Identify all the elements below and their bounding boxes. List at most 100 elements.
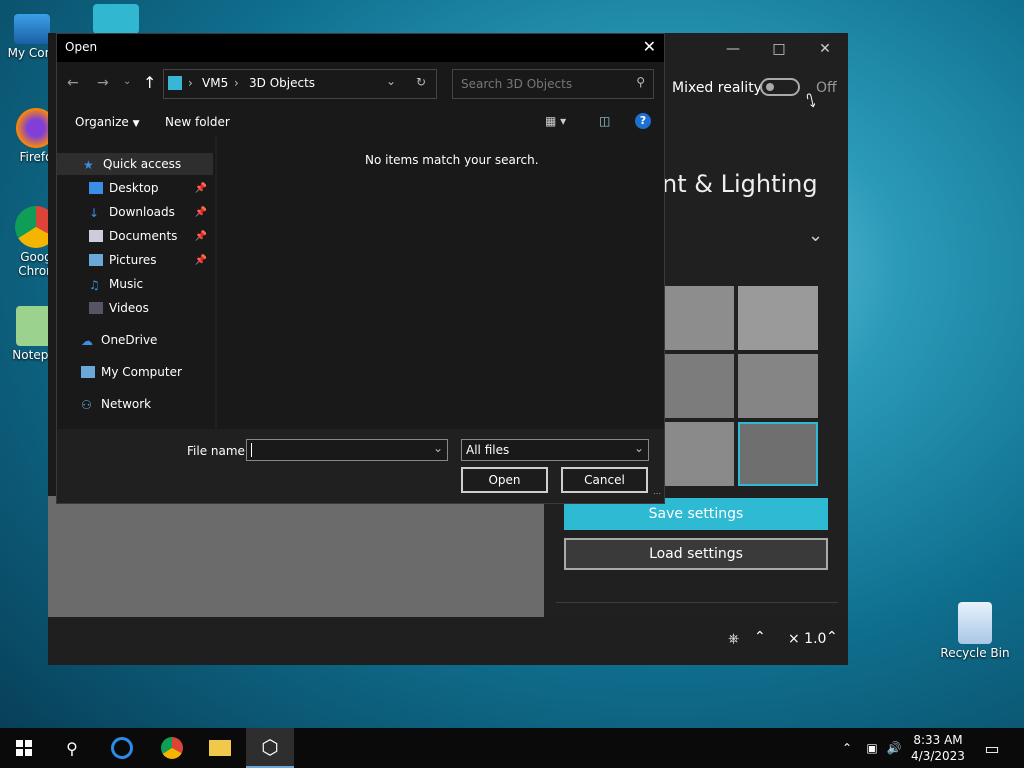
3d-view-icon[interactable]: ⎈ <box>728 631 739 647</box>
search-input[interactable]: Search 3D Objects <box>461 77 572 91</box>
nav-label: Pictures <box>109 253 157 267</box>
show-hidden-icons-chevron-icon[interactable]: ⌃ <box>838 728 856 768</box>
refresh-icon[interactable]: ↻ <box>416 75 426 89</box>
notepad-icon <box>16 306 52 346</box>
nav-label: Music <box>109 277 144 291</box>
address-bar[interactable]: › VM5 › 3D Objects ⌄ ↻ <box>163 69 437 99</box>
dialog-title: Open <box>65 40 98 54</box>
toggle-state: Off <box>816 80 837 96</box>
maximize-icon[interactable]: □ <box>756 33 802 65</box>
open-button[interactable]: Open <box>461 467 548 493</box>
file-type-value: All files <box>466 443 510 457</box>
close-icon[interactable]: ✕ <box>643 37 656 56</box>
nav-downloads[interactable]: ↓ Downloads 📌 <box>57 201 213 223</box>
new-folder-button[interactable]: New folder <box>165 115 230 129</box>
forward-arrow-icon[interactable]: → <box>97 75 109 91</box>
3d-viewer-icon <box>93 4 139 34</box>
nav-music[interactable]: ♫ Music <box>57 273 213 295</box>
file-name-input[interactable]: ⌄ <box>246 439 448 461</box>
back-arrow-icon[interactable]: ← <box>67 75 79 91</box>
preview-pane-icon[interactable]: ◫ <box>599 114 610 128</box>
breadcrumb-3d-objects[interactable]: 3D Objects <box>249 76 315 90</box>
nav-network[interactable]: ⚇ Network <box>57 393 213 415</box>
nav-onedrive[interactable]: ☁ OneDrive <box>57 329 213 351</box>
search-box[interactable]: Search 3D Objects ⚲ <box>452 69 654 99</box>
command-bar: Organize ▼ New folder ▦ ▾ ◫ ? <box>57 106 664 136</box>
pin-icon: 📌 <box>194 230 207 242</box>
clock[interactable]: 8:33 AM 4/3/2023 <box>906 728 970 768</box>
desktop-icon-3d-viewer[interactable] <box>84 4 148 36</box>
open-dialog: Open ✕ ← → ⌄ ↑ › VM5 › 3D Objects ⌄ ↻ Se… <box>56 33 665 504</box>
pin-icon: 📌 <box>194 206 207 218</box>
cursor-icon: ⭛ <box>806 91 816 112</box>
videos-icon <box>89 302 103 314</box>
chrome-taskbar-button[interactable] <box>148 728 196 768</box>
pictures-icon <box>89 254 103 266</box>
folder-icon <box>209 740 231 756</box>
document-icon <box>89 230 103 242</box>
address-dropdown-icon[interactable]: ⌄ <box>386 74 396 88</box>
nav-label: Documents <box>109 229 178 243</box>
cortana-button[interactable] <box>98 728 146 768</box>
load-settings-button[interactable]: Load settings <box>564 538 828 570</box>
notifications-icon[interactable]: ▭ <box>976 728 1008 768</box>
file-type-select[interactable]: All files ⌄ <box>461 439 649 461</box>
chevron-up-icon[interactable]: ⌃ <box>754 629 766 645</box>
download-icon: ↓ <box>89 206 100 220</box>
minimize-icon[interactable]: — <box>710 33 756 65</box>
windows-icon <box>16 740 32 756</box>
file-name-label: File name: <box>187 444 249 458</box>
chrome-icon <box>161 737 183 759</box>
pin-icon: 📌 <box>194 182 207 194</box>
nav-label: OneDrive <box>101 333 158 347</box>
computer-icon <box>14 14 50 44</box>
nav-label: Network <box>101 397 152 411</box>
music-icon: ♫ <box>89 278 100 292</box>
chevron-down-icon[interactable]: ⌄ <box>808 225 823 246</box>
nav-desktop[interactable]: Desktop 📌 <box>57 177 213 199</box>
mixed-reality-toggle[interactable] <box>760 78 800 96</box>
resize-grip-icon[interactable]: ⋯ <box>653 489 661 498</box>
help-icon[interactable]: ? <box>635 113 651 129</box>
search-button[interactable]: ⚲ <box>48 728 96 768</box>
lighting-thumb-1[interactable] <box>654 286 734 350</box>
recent-locations-chevron-icon[interactable]: ⌄ <box>123 76 131 87</box>
close-icon[interactable]: ✕ <box>802 33 848 65</box>
cancel-button[interactable]: Cancel <box>561 467 648 493</box>
nav-videos[interactable]: Videos <box>57 297 213 319</box>
organize-button[interactable]: Organize ▼ <box>75 115 140 129</box>
view-options-icon[interactable]: ▦ ▾ <box>545 114 566 128</box>
3d-viewer-taskbar-button[interactable]: ⬡ <box>246 728 294 768</box>
nav-quick-access[interactable]: ★ Quick access <box>57 153 213 175</box>
breadcrumb-vm5[interactable]: VM5 <box>202 76 228 90</box>
3d-canvas[interactable] <box>48 496 544 617</box>
nav-my-computer[interactable]: My Computer <box>57 361 213 383</box>
zoom-level: × 1.0 <box>788 631 827 647</box>
search-icon: ⚲ <box>66 738 78 758</box>
network-status-icon[interactable]: ▣ <box>862 728 882 768</box>
volume-icon[interactable]: 🔊 <box>884 728 904 768</box>
lighting-thumb-4[interactable] <box>738 354 818 418</box>
3d-cube-icon: ⬡ <box>261 735 279 759</box>
file-list[interactable]: No items match your search. <box>217 136 664 429</box>
lighting-thumb-6-selected[interactable] <box>738 422 818 486</box>
zoom-chevron-up-icon[interactable]: ⌃ <box>826 629 838 645</box>
lighting-thumb-3[interactable] <box>654 354 734 418</box>
start-button[interactable] <box>0 728 48 768</box>
up-arrow-icon[interactable]: ↑ <box>143 73 156 92</box>
text-cursor <box>251 443 252 457</box>
file-explorer-button[interactable] <box>196 728 244 768</box>
desktop-icon-recycle-bin[interactable]: Recycle Bin <box>940 602 1010 660</box>
organize-label: Organize <box>75 115 129 129</box>
lighting-thumb-5[interactable] <box>654 422 734 486</box>
mixed-reality-label: Mixed reality <box>672 80 762 96</box>
date: 4/3/2023 <box>911 749 965 763</box>
nav-documents[interactable]: Documents 📌 <box>57 225 213 247</box>
navigation-pane: ★ Quick access Desktop 📌 ↓ Downloads 📌 D… <box>57 136 215 429</box>
chevron-down-icon: ⌄ <box>633 441 644 455</box>
nav-pictures[interactable]: Pictures 📌 <box>57 249 213 271</box>
chevron-down-icon[interactable]: ⌄ <box>433 441 443 455</box>
recycle-bin-icon <box>958 602 992 644</box>
3d-objects-folder-icon <box>168 76 182 90</box>
lighting-thumb-2[interactable] <box>738 286 818 350</box>
